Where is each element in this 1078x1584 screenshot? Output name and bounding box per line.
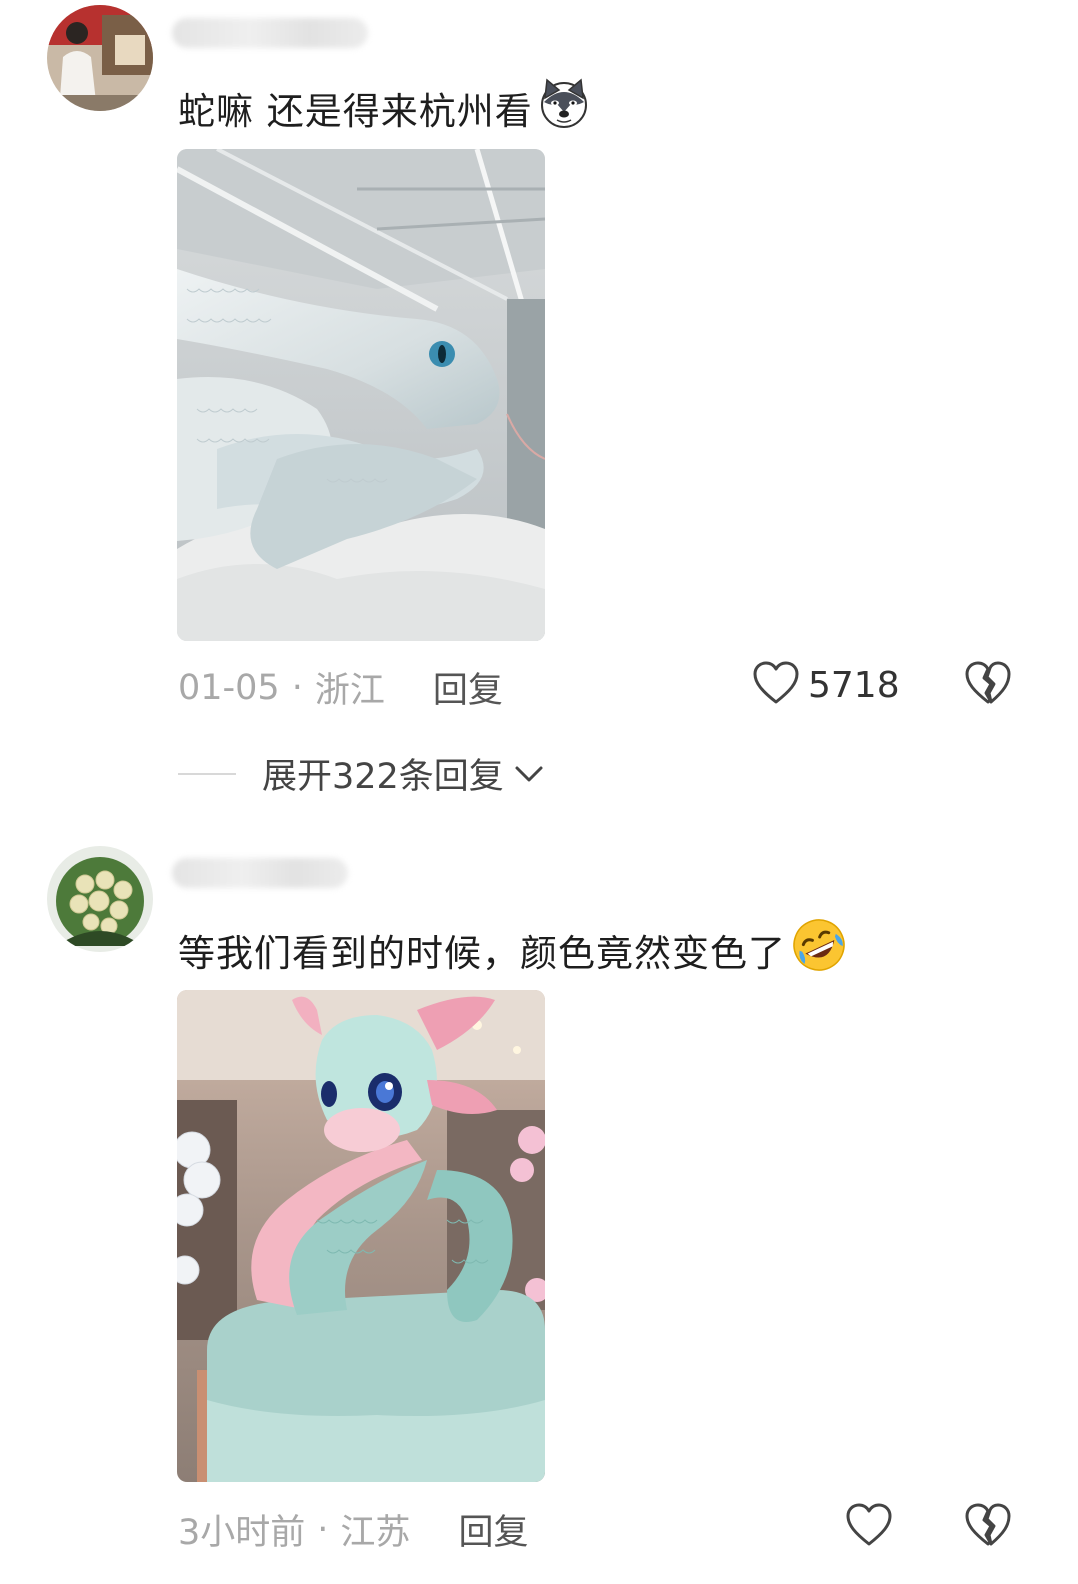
comment-item: 等我们看到的时候，颜色竟然变色了 3小时前 · 江苏 回复: [0, 840, 1078, 1584]
broken-heart-icon: [964, 661, 1012, 710]
comment-item: 蛇嘛 还是得来杭州看 01-05 · 浙江 回复 5718: [0, 0, 1078, 800]
comment-text: 等我们看到的时候，颜色竟然变色了: [178, 916, 848, 983]
like-button[interactable]: [845, 1502, 893, 1552]
meta-separator: ·: [291, 667, 303, 708]
broken-heart-icon: [964, 1503, 1012, 1552]
meta-separator: ·: [317, 1509, 329, 1550]
chevron-down-icon: [514, 764, 544, 784]
expand-replies-button[interactable]: 展开322条回复: [178, 748, 544, 799]
avatar[interactable]: [47, 5, 153, 111]
dislike-button[interactable]: [964, 660, 1012, 710]
avatar[interactable]: [47, 846, 153, 952]
comment-location: 浙江: [314, 671, 385, 711]
comment-meta: 01-05 · 浙江 回复: [178, 662, 503, 713]
dislike-button[interactable]: [964, 1502, 1012, 1552]
comment-photo-white-snake[interactable]: [177, 149, 545, 641]
heart-outline-icon: [752, 660, 800, 710]
reply-button[interactable]: 回复: [433, 662, 503, 713]
comment-date: 3小时前: [178, 1513, 306, 1553]
comment-date: 01-05: [178, 667, 280, 708]
like-count: 5718: [808, 664, 900, 706]
comment-text: 蛇嘛 还是得来杭州看: [178, 76, 591, 139]
divider-line: [178, 772, 236, 775]
comment-location: 江苏: [340, 1513, 411, 1553]
expand-replies-label: 展开322条回复: [262, 757, 504, 797]
like-button[interactable]: 5718: [752, 660, 900, 710]
heart-outline-icon: [845, 1502, 893, 1552]
comment-text-content: 蛇嘛 还是得来杭州看: [178, 89, 533, 133]
username[interactable]: [172, 858, 348, 888]
reply-button[interactable]: 回复: [458, 1504, 528, 1555]
username[interactable]: [172, 18, 368, 48]
husky-dog-emoji-icon: [537, 76, 591, 139]
comment-meta: 3小时前 · 江苏 回复: [178, 1504, 528, 1555]
comment-text-content: 等我们看到的时候，颜色竟然变色了: [178, 931, 786, 975]
rolling-laughing-emoji-icon: [790, 916, 848, 983]
comment-photo-pink-snake[interactable]: [177, 990, 545, 1482]
